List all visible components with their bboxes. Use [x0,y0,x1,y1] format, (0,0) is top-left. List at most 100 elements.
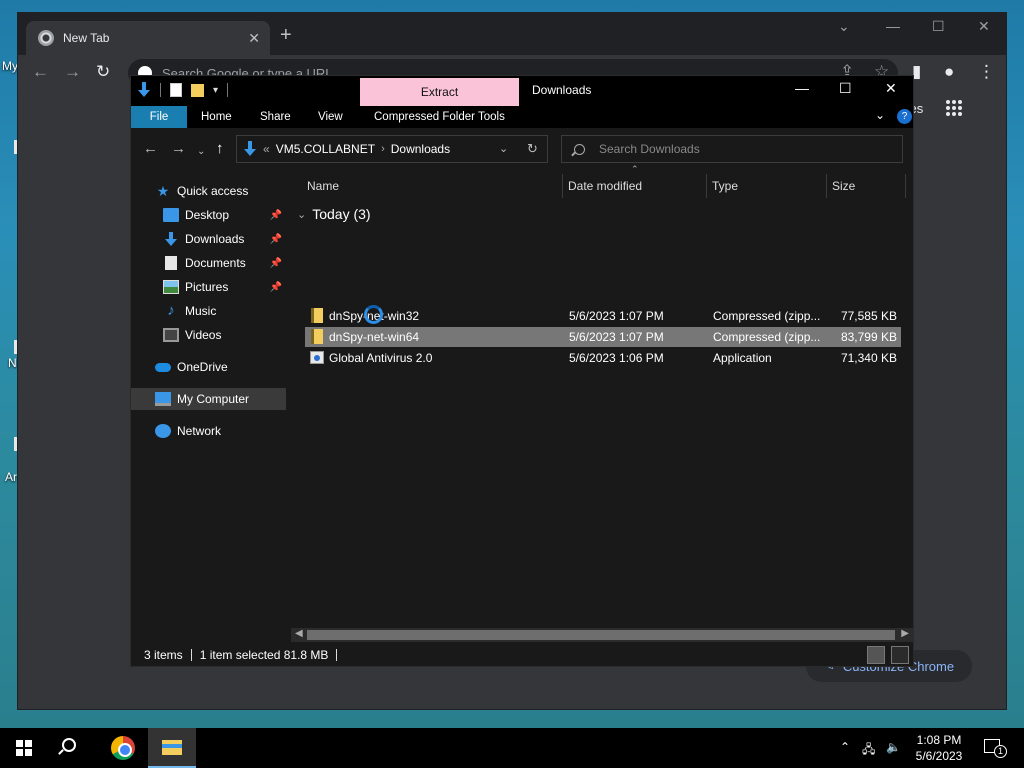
scrollbar-thumb[interactable] [307,630,895,640]
chrome-menu-icon[interactable]: ⋮ [978,63,995,81]
column-header-date-modified[interactable]: Date modified [568,170,708,202]
address-bar[interactable]: « VM5.COLLABNET › Downloads ⌄ ↻ [236,135,548,163]
breadcrumb-chevron-icon[interactable]: › [381,143,385,155]
forward-arrow-icon[interactable]: → [64,63,81,81]
nav-item-pictures[interactable]: Pictures 📌 [131,276,286,298]
nav-item-videos[interactable]: Videos [131,324,286,346]
maximize-button[interactable]: ☐ [932,18,945,35]
network-tray-icon[interactable]: 🖧 [862,740,875,761]
volume-icon[interactable]: 🔈 [886,740,901,754]
column-header-size[interactable]: Size [832,170,902,202]
pin-icon: 📌 [269,233,282,245]
close-button[interactable]: ✕ [978,18,990,35]
address-overflow[interactable]: « [263,142,270,156]
nav-item-label: Pictures [185,280,229,294]
scroll-right-icon[interactable]: ▶ [901,628,909,639]
search-downloads-input[interactable]: Search Downloads [561,135,903,163]
pin-icon: 📌 [269,281,282,293]
google-apps-icon[interactable] [946,100,962,116]
address-dropdown-chevron-icon[interactable]: ⌄ [499,142,508,155]
file-explorer-taskbar-button[interactable] [148,728,196,768]
column-divider[interactable] [562,174,563,198]
column-divider[interactable] [905,174,906,198]
scroll-left-icon[interactable]: ◀ [295,628,303,639]
file-name: Global Antivirus 2.0 [329,351,433,365]
nav-item-network[interactable]: Network [131,420,286,442]
column-divider[interactable] [826,174,827,198]
group-header-today[interactable]: ⌄ Today (3) [297,206,371,222]
item-count: 3 items [144,648,183,662]
up-arrow-icon[interactable]: ↑ [216,141,224,156]
back-arrow-icon[interactable]: ← [32,63,49,81]
search-icon[interactable] [62,738,76,752]
chrome-tab-new-tab[interactable]: New Tab ✕ [26,21,270,55]
clock-date: 5/6/2023 [915,749,963,763]
file-explorer-window: ▾ Extract Downloads — ☐ ✕ File Home Shar… [130,75,914,667]
show-hidden-icons-chevron-icon[interactable]: ⌃ [840,740,850,754]
expand-ribbon-chevron-icon[interactable]: ⌄ [875,108,885,122]
file-date: 5/6/2023 1:07 PM [569,330,664,344]
desktop-icon-label[interactable]: Ar [5,470,17,484]
refresh-icon[interactable]: ↻ [527,141,538,157]
chrome-taskbar-icon[interactable] [111,736,135,760]
ribbon-tab-file[interactable]: File [131,106,187,128]
back-arrow-icon[interactable]: ← [143,141,158,156]
ribbon-tab-share[interactable]: Share [260,106,291,128]
search-placeholder: Search Downloads [599,142,700,156]
desktop-icon-label[interactable]: My [2,59,18,73]
ribbon-tab-view[interactable]: View [318,106,343,128]
file-row[interactable]: Global Antivirus 2.0 5/6/2023 1:06 PM Ap… [305,348,901,368]
file-date: 5/6/2023 1:06 PM [569,351,664,365]
nav-item-my-computer[interactable]: My Computer [131,388,286,410]
nav-item-documents[interactable]: Documents 📌 [131,252,286,274]
network-icon [155,424,171,438]
column-header-name[interactable]: Name [307,170,561,202]
pin-icon: 📌 [269,257,282,269]
details-view-icon[interactable] [867,646,885,664]
file-row[interactable]: dnSpy-net-win32 5/6/2023 1:07 PM Compres… [305,306,901,326]
file-list: ⌃ Name Date modified Type Size ⌄ Today (… [291,164,913,628]
notification-center-icon[interactable]: 1 [984,739,1007,758]
close-tab-icon[interactable]: ✕ [248,30,260,47]
ribbon-tab-home[interactable]: Home [201,106,232,128]
tab-search-chevron-icon[interactable]: ⌄ [838,18,850,35]
status-divider [190,649,192,661]
selection-info: 1 item selected 81.8 MB [199,648,329,662]
new-tab-button[interactable]: + [280,25,292,45]
help-icon[interactable]: ? [897,109,912,124]
nav-item-downloads[interactable]: Downloads 📌 [131,228,286,250]
recent-locations-chevron-icon[interactable]: ⌄ [197,144,205,159]
nav-item-label: Documents [185,256,246,270]
forward-arrow-icon[interactable]: → [171,141,186,156]
explorer-maximize-button[interactable]: ☐ [839,80,852,97]
nav-item-music[interactable]: ♪ Music [131,300,286,322]
column-divider[interactable] [706,174,707,198]
reload-icon[interactable]: ↻ [96,63,110,81]
explorer-minimize-button[interactable]: — [795,80,809,96]
system-clock[interactable]: 1:08 PM 5/6/2023 [905,732,973,764]
collapse-chevron-icon[interactable]: ⌄ [297,208,306,221]
new-folder-icon[interactable] [191,83,204,97]
file-row[interactable]: dnSpy-net-win64 5/6/2023 1:07 PM Compres… [305,327,901,347]
profile-icon[interactable]: ● [944,63,954,81]
customize-qat-chevron-icon[interactable]: ▾ [213,85,218,96]
nav-item-onedrive[interactable]: OneDrive [131,356,286,378]
column-header-label: Date modified [568,179,643,193]
ribbon-tab-compressed-folder-tools[interactable]: Compressed Folder Tools [374,106,505,128]
breadcrumb-downloads[interactable]: Downloads [391,142,450,156]
nav-item-quick-access[interactable]: ★ Quick access [131,180,286,202]
breadcrumb-vm5-collabnet[interactable]: VM5.COLLABNET [276,142,375,156]
windows-start-icon[interactable] [16,740,32,756]
explorer-close-button[interactable]: ✕ [885,80,897,97]
desktop-icon-label[interactable]: N [8,356,17,370]
large-icons-view-icon[interactable] [891,646,909,664]
properties-icon[interactable] [170,83,182,97]
explorer-title-bar: ▾ Extract Downloads — ☐ ✕ [131,76,913,106]
column-header-type[interactable]: Type [712,170,824,202]
pictures-icon [163,280,179,294]
file-size: 71,340 KB [840,351,897,365]
extract-contextual-tab[interactable]: Extract [360,78,519,106]
minimize-button[interactable]: — [886,18,900,34]
nav-item-desktop[interactable]: Desktop 📌 [131,204,286,226]
horizontal-scrollbar[interactable]: ◀ ▶ [291,628,913,642]
